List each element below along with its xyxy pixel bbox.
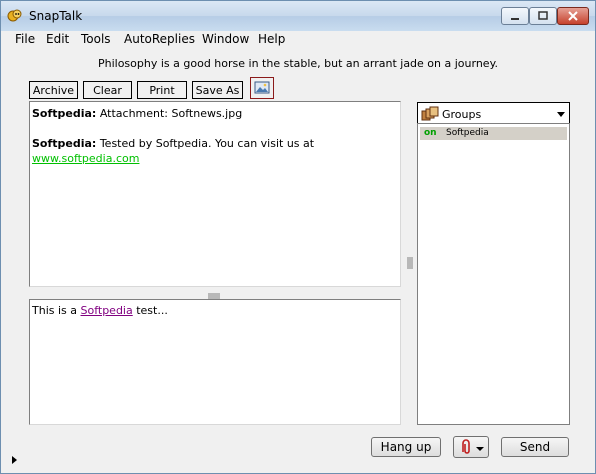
chat-log[interactable]: Softpedia: Attachment: Softnews.jpg Soft… — [29, 101, 401, 287]
expand-arrow-icon[interactable] — [12, 456, 17, 464]
input-text: test... — [132, 304, 168, 317]
input-link[interactable]: Softpedia — [81, 304, 133, 317]
attach-button[interactable] — [453, 436, 489, 458]
groups-selected-label: Groups — [442, 108, 482, 121]
hangup-button[interactable]: Hang up — [371, 437, 441, 457]
minimize-icon — [511, 18, 519, 20]
archive-button[interactable]: Archive — [29, 81, 78, 99]
contact-list[interactable]: on Softpedia — [417, 123, 570, 425]
snaptalk-app-icon — [7, 8, 23, 24]
menu-window[interactable]: Window — [202, 32, 249, 46]
message-input[interactable]: This is a Softpedia test... — [29, 299, 401, 425]
print-button[interactable]: Print — [137, 81, 187, 99]
menu-help[interactable]: Help — [258, 32, 285, 46]
chat-message: Softpedia: Tested by Softpedia. You can … — [32, 136, 398, 151]
horizontal-splitter[interactable] — [207, 289, 221, 299]
window-title: SnapTalk — [29, 9, 83, 23]
status-badge: on — [424, 128, 437, 138]
message-text: Attachment: Softnews.jpg — [96, 107, 243, 120]
message-text: Tested by Softpedia. You can visit us at — [96, 137, 315, 150]
chevron-down-icon — [557, 112, 565, 117]
chat-message: Softpedia: Attachment: Softnews.jpg — [32, 106, 398, 121]
menu-autoreplies[interactable]: AutoReplies — [124, 32, 195, 46]
groups-icon — [421, 106, 439, 121]
save-as-button[interactable]: Save As — [192, 81, 243, 99]
clear-button[interactable]: Clear — [83, 81, 132, 99]
contact-name: Softpedia — [446, 128, 489, 138]
menu-file[interactable]: File — [15, 32, 35, 46]
tagline: Philosophy is a good horse in the stable… — [97, 57, 499, 70]
send-button[interactable]: Send — [501, 437, 569, 457]
maximize-icon — [538, 11, 548, 20]
app-window: SnapTalk File Edit Tools AutoReplies Win… — [0, 0, 596, 474]
input-text: This is a — [32, 304, 81, 317]
paperclip-icon — [462, 439, 484, 454]
menu-bar: File Edit Tools AutoReplies Window Help — [1, 31, 595, 49]
menu-edit[interactable]: Edit — [46, 32, 69, 46]
message-sender: Softpedia: — [32, 107, 97, 120]
vertical-splitter[interactable] — [407, 256, 413, 270]
title-bar[interactable]: SnapTalk — [1, 1, 595, 31]
maximize-button[interactable] — [529, 7, 557, 25]
grip-icon — [407, 257, 413, 269]
image-icon — [254, 81, 270, 94]
chat-link[interactable]: www.softpedia.com — [32, 152, 139, 165]
close-icon — [568, 11, 578, 21]
menu-tools[interactable]: Tools — [81, 32, 111, 46]
minimize-button[interactable] — [501, 7, 529, 25]
list-item[interactable]: on Softpedia — [420, 127, 567, 140]
message-sender: Softpedia: — [32, 137, 97, 150]
close-button[interactable] — [557, 7, 589, 25]
insert-image-button[interactable] — [250, 77, 274, 99]
